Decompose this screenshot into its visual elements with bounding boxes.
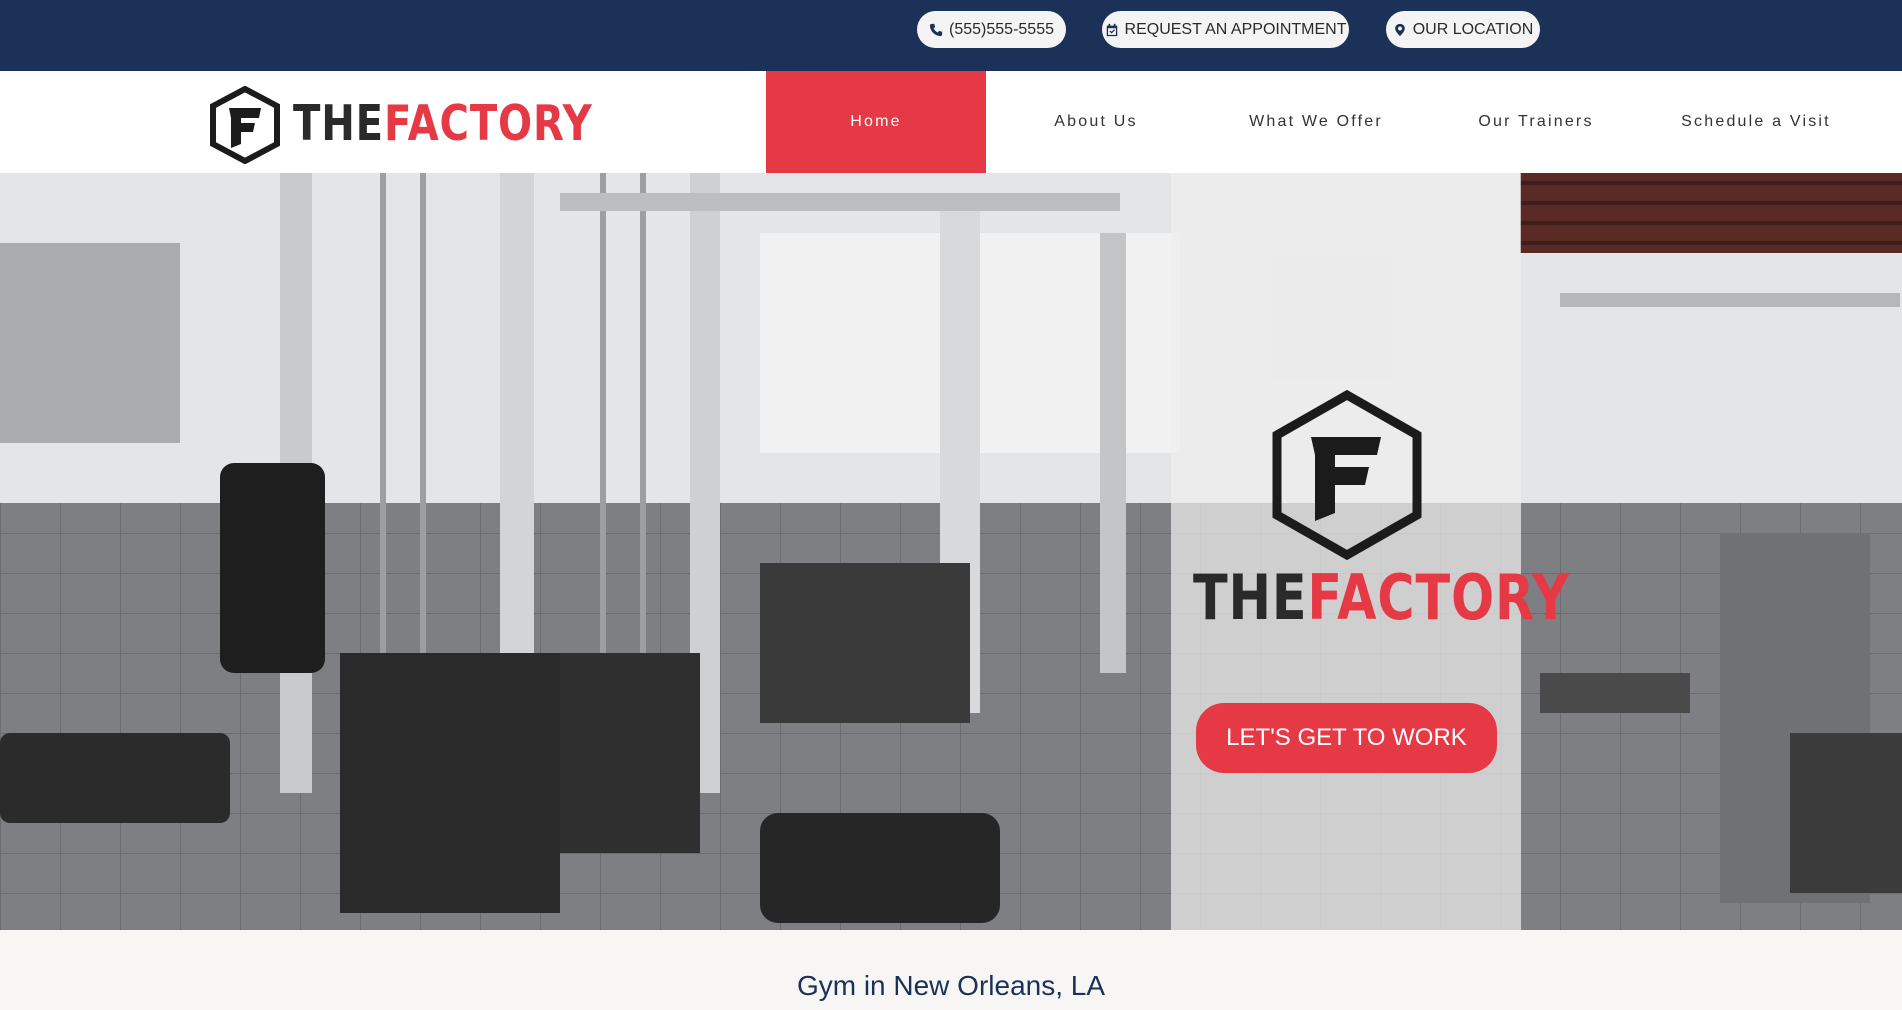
request-appointment-label: REQUEST AN APPOINTMENT <box>1124 20 1347 38</box>
nav-about-us[interactable]: About Us <box>986 71 1206 173</box>
phone-icon <box>929 23 943 36</box>
hero-logo-word-factory: FACTORY <box>1307 561 1570 634</box>
logo-word-factory: FACTORY <box>383 95 593 152</box>
our-location-button[interactable]: OUR LOCATION <box>1386 11 1540 48</box>
our-location-label: OUR LOCATION <box>1412 20 1534 38</box>
phone-button[interactable]: (555)555-5555 <box>917 11 1066 48</box>
request-appointment-button[interactable]: REQUEST AN APPOINTMENT <box>1102 11 1349 48</box>
nav-home[interactable]: Home <box>766 71 986 173</box>
factory-hero-logo-icon <box>1272 389 1422 561</box>
nav-schedule-a-visit[interactable]: Schedule a Visit <box>1646 71 1866 173</box>
nav-our-trainers[interactable]: Our Trainers <box>1426 71 1646 173</box>
hero-logo-text: THEFACTORY <box>1193 562 1570 634</box>
lets-get-to-work-button[interactable]: LET'S GET TO WORK <box>1196 703 1497 773</box>
calendar-check-icon <box>1106 23 1117 36</box>
nav-what-we-offer[interactable]: What We Offer <box>1206 71 1426 173</box>
gym-location-heading: Gym in New Orleans, LA <box>796 970 1106 1001</box>
factory-logo-icon[interactable] <box>209 86 281 164</box>
site-logo-text[interactable]: THEFACTORY <box>293 96 593 152</box>
hero-logo-word-the: THE <box>1193 561 1308 634</box>
phone-number: (555)555-5555 <box>949 20 1054 38</box>
map-marker-icon <box>1394 23 1405 36</box>
hero-gym-photo <box>0 173 1902 930</box>
logo-word-the: THE <box>293 95 384 152</box>
gym-scene-illustration <box>0 173 1902 930</box>
